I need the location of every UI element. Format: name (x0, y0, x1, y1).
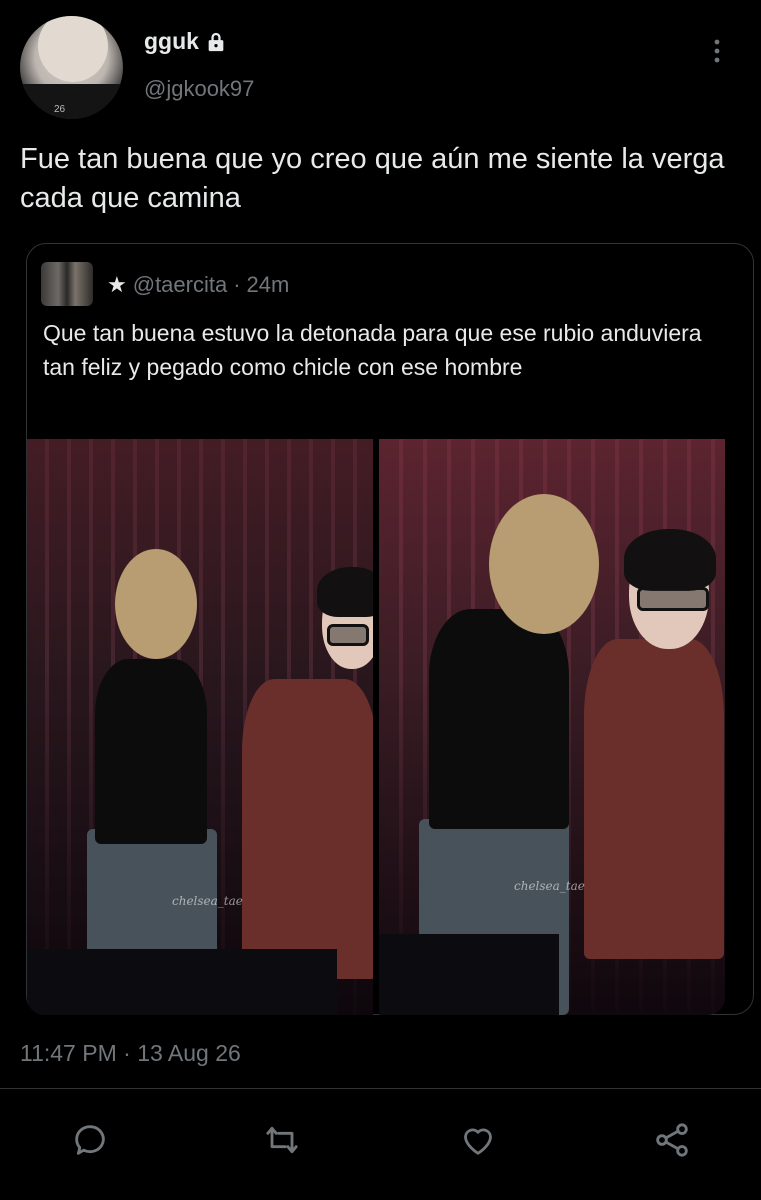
figure-hair (115, 549, 197, 659)
avatar-text: 26 (54, 104, 66, 115)
quoted-tweet-header: ★ @taercita · 24m (107, 272, 289, 298)
glasses (327, 624, 369, 646)
quoted-author-handle[interactable]: @taercita (133, 272, 227, 298)
divider (0, 1088, 761, 1089)
reply-icon[interactable] (70, 1120, 110, 1160)
watermark-right: chelsea_tae (514, 879, 585, 893)
figure-shirt (584, 639, 724, 959)
star-icon: ★ (107, 272, 127, 297)
figure-hair-dark (624, 529, 716, 591)
quoted-tweet[interactable]: ★ @taercita · 24m Que tan buena estuvo l… (26, 243, 754, 1015)
media-photo-right[interactable]: chelsea_tae (379, 439, 725, 1015)
share-icon[interactable] (652, 1120, 692, 1160)
timestamp-separator: · (116, 1040, 138, 1066)
tweet-time: 11:47 PM (20, 1040, 117, 1066)
author-name-row[interactable]: gguk (144, 28, 227, 55)
author-avatar[interactable]: 26 (20, 16, 123, 119)
quoted-author-avatar[interactable] (41, 262, 93, 306)
quoted-media[interactable]: chelsea_tae chelsea_tae (27, 439, 725, 1015)
tweet-timestamp[interactable]: 11:47 PM · 13 Aug 26 (20, 1040, 241, 1067)
tweet-text: Fue tan buena que yo creo que aún me sie… (20, 143, 725, 214)
stage-floor (27, 949, 337, 1015)
tweet-date: 13 Aug 26 (137, 1040, 241, 1066)
author-display-name[interactable]: gguk (144, 28, 199, 55)
glasses (637, 587, 709, 611)
stage-floor (379, 934, 559, 1015)
heart-icon[interactable] (458, 1120, 498, 1160)
media-photo-left[interactable]: chelsea_tae (27, 439, 373, 1015)
watermark-left: chelsea_tae (172, 894, 243, 908)
figure-top (95, 659, 207, 844)
avatar-face (38, 16, 108, 82)
figure-top (429, 609, 569, 829)
figure-shirt (242, 679, 373, 979)
quoted-tweet-text: Que tan buena estuvo la detonada para qu… (43, 320, 702, 380)
lock-icon (208, 32, 224, 51)
avatar-shoulders (20, 84, 123, 119)
figure-hair (489, 494, 599, 634)
quoted-tweet-age: 24m (246, 272, 290, 297)
more-vertical-icon[interactable] (705, 36, 729, 66)
figure-hair-dark (317, 567, 373, 617)
quoted-separator: · (233, 272, 241, 297)
retweet-icon[interactable] (262, 1120, 302, 1160)
author-handle[interactable]: @jgkook97 (144, 76, 254, 102)
